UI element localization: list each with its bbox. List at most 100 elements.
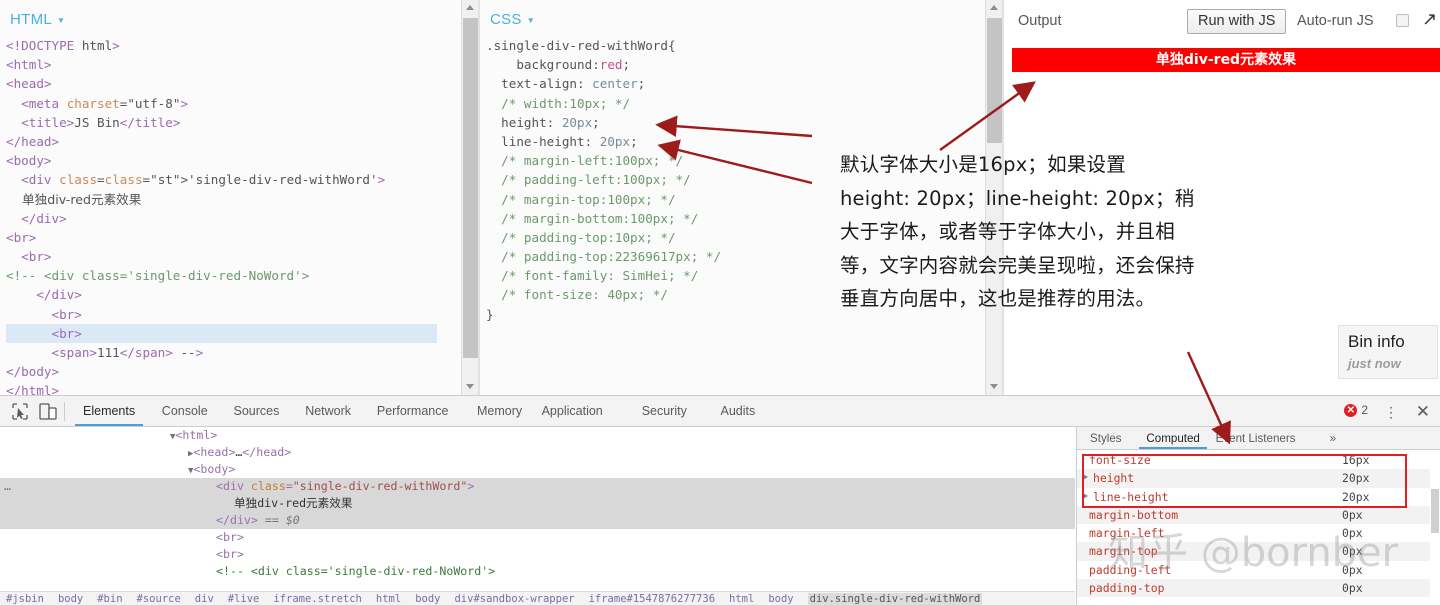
css-code-line: /* width:10px; */ — [486, 95, 631, 111]
computed-property-name: height — [1093, 471, 1135, 486]
scroll-down-icon[interactable] — [986, 378, 1003, 395]
scrollbar-thumb[interactable] — [463, 18, 478, 358]
expand-triangle-icon[interactable] — [1083, 492, 1088, 499]
tab-performance[interactable]: Performance — [369, 396, 457, 426]
breadcrumb-item[interactable]: html — [729, 593, 754, 605]
dom-tree-row[interactable]: <br> — [0, 529, 1075, 546]
tab-network[interactable]: Network — [297, 396, 359, 426]
dom-tree-row[interactable]: </div> == $0 — [0, 512, 1075, 529]
breadcrumb-item[interactable]: iframe#1547876277736 — [589, 593, 715, 605]
breadcrumb-item[interactable]: body — [768, 593, 793, 605]
sidebar-tab-styles[interactable]: Styles — [1083, 427, 1129, 449]
computed-property-value: 0px — [1342, 562, 1363, 577]
bin-info-box[interactable]: Bin info just now — [1338, 325, 1438, 379]
output-header: Output Run with JS Auto-run JS ↗ — [1004, 0, 1440, 40]
dom-tree-row[interactable]: ▼<body> — [0, 461, 1075, 478]
scroll-up-icon[interactable] — [462, 0, 479, 17]
auto-run-js-checkbox[interactable] — [1396, 14, 1409, 27]
kebab-menu-icon[interactable]: ⋮ — [1384, 404, 1398, 421]
computed-property-name: padding-top — [1089, 581, 1165, 596]
dom-tree-row[interactable]: ▼<html> — [0, 427, 1075, 444]
breadcrumb-item[interactable]: div#sandbox-wrapper — [454, 593, 574, 605]
tab-console[interactable]: Console — [154, 396, 216, 426]
css-code-line: background:red; — [486, 57, 631, 73]
close-icon[interactable]: ✕ — [1416, 402, 1430, 422]
css-code-line: text-align: center; — [486, 76, 646, 92]
tab-sources[interactable]: Sources — [226, 396, 288, 426]
dom-tree[interactable]: ▼<html> ▶<head>…</head> ▼<body>… <div class… — [0, 427, 1075, 591]
devtools-panel: Elements Console Sources Network Performance… — [0, 395, 1440, 605]
tab-application[interactable]: Application — [534, 396, 611, 426]
breadcrumb-item[interactable]: #jsbin — [6, 593, 44, 605]
computed-style-row[interactable]: margin-left 0px — [1077, 524, 1440, 542]
computed-style-row[interactable]: padding-left 0px — [1077, 561, 1440, 579]
html-editor-panel[interactable]: HTML ▼ <!DOCTYPE html> <html> <head> <meta … — [0, 0, 461, 395]
computed-style-row[interactable]: height 20px — [1077, 469, 1440, 488]
breadcrumb-item[interactable]: body — [415, 593, 440, 605]
tab-memory[interactable]: Memory — [469, 396, 530, 426]
computed-property-name: padding-left — [1089, 562, 1172, 577]
computed-style-row[interactable]: padding-top 0px — [1077, 579, 1440, 598]
inspect-element-icon[interactable] — [10, 402, 30, 421]
dom-tree-row[interactable]: <br> — [0, 546, 1075, 563]
breadcrumb-item[interactable]: div.single-div-red-withWord — [807, 593, 983, 605]
computed-property-value: 16px — [1342, 453, 1370, 467]
scrollbar-thumb[interactable] — [987, 18, 1002, 143]
scroll-up-icon[interactable] — [986, 0, 1003, 17]
breadcrumb[interactable]: #jsbin body #bin #source div #live iframe.stre… — [0, 591, 1075, 605]
breadcrumb-item[interactable]: body — [58, 593, 83, 605]
output-title: Output — [1018, 13, 1062, 29]
dom-tree-row[interactable]: ▶<head>…</head> — [0, 444, 1075, 461]
breadcrumb-item[interactable]: html — [376, 593, 401, 605]
computed-property-name: line-height — [1093, 489, 1169, 504]
error-count: 2 — [1361, 403, 1368, 417]
html-editor-scrollbar[interactable] — [461, 0, 479, 395]
chevron-down-icon[interactable]: ▼ — [527, 16, 535, 25]
run-with-js-button[interactable]: Run with JS — [1187, 9, 1287, 34]
dom-tree-row[interactable]: <!-- <div class='single-div-red-NoWord'> — [0, 563, 1075, 580]
sidebar-tab-computed[interactable]: Computed — [1139, 427, 1207, 449]
css-code-line: .single-div-red-withWord{ — [486, 38, 676, 53]
computed-style-row[interactable]: margin-bottom 0px — [1077, 505, 1440, 525]
html-code-line: <html> — [6, 57, 52, 73]
html-code-area[interactable]: <!DOCTYPE html> <html> <head> <meta charse… — [6, 36, 437, 395]
error-badge[interactable]: ✕ 2 — [1344, 403, 1368, 417]
scrollbar-thumb[interactable] — [1431, 489, 1439, 533]
rendered-red-div: 单独div-red元素效果 — [1012, 48, 1440, 72]
dom-tree-row[interactable]: 单独div-red元素效果 — [0, 495, 1075, 512]
sidebar-tab-»[interactable]: » — [1323, 427, 1343, 449]
breadcrumb-item[interactable]: #live — [228, 593, 260, 605]
bin-info-title: Bin info — [1348, 332, 1405, 351]
expand-arrow-icon[interactable]: ↗ — [1422, 10, 1437, 28]
html-code-line: </body> — [6, 364, 60, 380]
html-code-line: <br> — [21, 249, 52, 265]
breadcrumb-item[interactable]: iframe.stretch — [273, 593, 362, 605]
breadcrumb-item[interactable]: #bin — [97, 593, 122, 605]
expand-triangle-icon[interactable] — [1083, 474, 1088, 481]
computed-scrollbar[interactable] — [1430, 451, 1440, 605]
breadcrumb-item[interactable]: #source — [137, 593, 181, 605]
html-code-line: </html> — [6, 383, 60, 395]
tab-security[interactable]: Security — [634, 396, 695, 426]
tab-audits[interactable]: Audits — [713, 396, 764, 426]
sidebar-tab-event-listeners[interactable]: Event Listeners — [1209, 427, 1303, 449]
computed-style-row[interactable]: margin-top 0px — [1077, 542, 1440, 561]
html-code-line: <br> — [51, 306, 82, 322]
dom-tree-row[interactable]: … <div class="single-div-red-withWord"> — [0, 478, 1075, 495]
breadcrumb-item[interactable]: div — [195, 593, 214, 605]
computed-property-name: margin-bottom — [1089, 507, 1179, 522]
device-toolbar-icon[interactable] — [38, 402, 58, 421]
css-code-line: height: 20px; — [486, 114, 600, 130]
computed-style-row[interactable]: font-size 16px — [1077, 451, 1440, 469]
computed-styles-list[interactable]: font-size 16px height 20px line-height 20px ma… — [1077, 451, 1440, 605]
css-panel-label[interactable]: CSS ▼ — [490, 11, 535, 28]
scroll-down-icon[interactable] — [462, 378, 479, 395]
computed-property-value: 20px — [1342, 489, 1370, 504]
tab-elements[interactable]: Elements — [75, 396, 143, 426]
html-code-line: <body> — [6, 153, 52, 169]
html-panel-label[interactable]: HTML ▼ — [10, 11, 65, 28]
chevron-down-icon[interactable]: ▼ — [57, 16, 65, 25]
html-panel-label-text: HTML — [10, 11, 53, 28]
html-code-line: <!-- <div class='single-div-red-NoWord'> — [6, 268, 310, 284]
computed-style-row[interactable]: line-height 20px — [1077, 488, 1440, 506]
